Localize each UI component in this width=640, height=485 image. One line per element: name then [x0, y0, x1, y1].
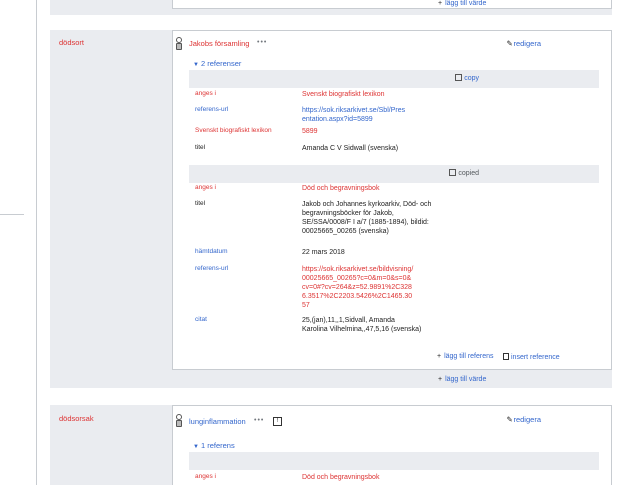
- ref1-key-referens-url[interactable]: referens-url: [195, 106, 295, 113]
- dodsorsak-reference-1-header: [189, 452, 599, 470]
- copy-label: copy: [464, 75, 479, 82]
- statement-box-dodsorsak: lunginflammation ••• ! ✎redigera ▼ 1 refe…: [172, 405, 612, 485]
- edit-button-dodsort[interactable]: ✎redigera: [506, 39, 541, 48]
- references-toggle-dodsorsak[interactable]: ▼ 1 referens: [193, 441, 235, 450]
- ref2-key-anges-i[interactable]: anges i: [195, 184, 295, 191]
- ref2-key-citat[interactable]: citat: [195, 316, 295, 323]
- add-value-label: lägg till värde: [445, 0, 487, 7]
- add-value-button-dodsort[interactable]: + lägg till värde: [438, 376, 486, 383]
- plus-icon: +: [438, 376, 443, 383]
- ref1-value-sbl[interactable]: 5899: [302, 127, 452, 136]
- property-label-dodsorsak[interactable]: dödsorsak: [59, 414, 94, 423]
- references-count-label: 2 referenser: [200, 59, 242, 68]
- insert-reference-label: insert reference: [511, 354, 560, 361]
- ref2-value-citat: 25,(jan),11,,1,Sidvall, Amanda Karolina …: [302, 317, 422, 333]
- ref1-value-referens-url[interactable]: https://sok.riksarkivet.se/Sbl/Presentat…: [302, 106, 407, 124]
- add-value-button-top[interactable]: + lägg till värde: [438, 0, 486, 7]
- left-divider: [0, 214, 24, 215]
- ref1-key-sbl[interactable]: Svenskt biografiskt lexikon: [195, 127, 295, 134]
- ref2-value-titel: Jakob och Johannes kyrkoarkiv, Död- och …: [302, 201, 432, 235]
- references-toggle-dodsort[interactable]: ▼ 2 referenser: [193, 59, 241, 68]
- statement-group-dodsort: dödsort Jakobs församling ••• ✎redigera …: [50, 30, 612, 388]
- rank-selector-icon[interactable]: [175, 414, 182, 427]
- reference-1: copy anges i Svenskt biografiskt lexikon…: [189, 70, 599, 160]
- previous-statement-group: + lägg till värde: [50, 0, 612, 15]
- reference-1-header: copy: [189, 70, 599, 88]
- edit-button-dodsorsak[interactable]: ✎redigera: [506, 415, 541, 424]
- value-jakobs-forsamling[interactable]: Jakobs församling: [189, 39, 249, 48]
- ref1-value-titel: Amanda C V Sidwall (svenska): [302, 145, 399, 152]
- add-reference-button[interactable]: + lägg till referens: [437, 353, 494, 360]
- ref2-key-referens-url[interactable]: referens-url: [195, 265, 295, 272]
- ref1-key-titel[interactable]: titel: [195, 144, 295, 151]
- copy-button-ref2[interactable]: copied: [449, 169, 479, 177]
- copy-button-ref1[interactable]: copy: [455, 74, 479, 82]
- plus-icon: +: [438, 0, 443, 7]
- ref2-key-hamtdatum[interactable]: hämtdatum: [195, 248, 295, 255]
- more-options-icon[interactable]: •••: [257, 39, 267, 46]
- rank-selector-icon[interactable]: [175, 37, 182, 50]
- insert-reference-icon: [503, 353, 509, 360]
- edit-label: redigera: [513, 39, 541, 48]
- ref2-value-hamtdatum: 22 mars 2018: [302, 249, 345, 256]
- statement-group-dodsorsak: dödsorsak lunginflammation ••• ! ✎redige…: [50, 405, 612, 485]
- add-value-label: lägg till värde: [445, 376, 487, 383]
- collapse-triangle-icon: ▼: [193, 62, 199, 68]
- edit-label: redigera: [513, 415, 541, 424]
- copy-icon: [455, 74, 463, 81]
- add-reference-label: lägg till referens: [444, 353, 494, 360]
- more-options-icon[interactable]: •••: [254, 417, 264, 424]
- reference-2: copied anges i Död och begravningsbok ti…: [189, 165, 599, 355]
- statement-box-dodsort: Jakobs församling ••• ✎redigera ▼ 2 refer…: [172, 30, 612, 370]
- copy-icon: [449, 169, 457, 176]
- warning-icon[interactable]: !: [273, 417, 282, 426]
- collapse-triangle-icon: ▼: [193, 444, 199, 450]
- dodsorsak-ref1-value-anges-i[interactable]: Död och begravningsbok: [302, 473, 502, 482]
- plus-icon: +: [437, 353, 442, 360]
- left-border-line: [36, 0, 37, 485]
- ref2-key-titel[interactable]: titel: [195, 200, 295, 207]
- ref2-value-referens-url[interactable]: https://sok.riksarkivet.se/bildvisning/0…: [302, 265, 414, 310]
- ref1-key-anges-i[interactable]: anges i: [195, 90, 295, 97]
- insert-reference-button[interactable]: insert reference: [503, 353, 560, 361]
- references-count-label: 1 referens: [200, 441, 235, 450]
- ref2-value-anges-i[interactable]: Död och begravningsbok: [302, 184, 502, 193]
- previous-statement-box: [172, 0, 612, 9]
- reference-2-header: copied: [189, 165, 599, 183]
- copied-label: copied: [458, 170, 479, 177]
- value-lunginflammation[interactable]: lunginflammation: [189, 417, 246, 426]
- dodsorsak-ref1-key-anges-i[interactable]: anges i: [195, 473, 295, 480]
- dodsorsak-reference-1: anges i Död och begravningsbok: [189, 452, 599, 485]
- property-label-dodsort[interactable]: dödsort: [59, 38, 84, 47]
- ref1-value-anges-i[interactable]: Svenskt biografiskt lexikon: [302, 90, 452, 99]
